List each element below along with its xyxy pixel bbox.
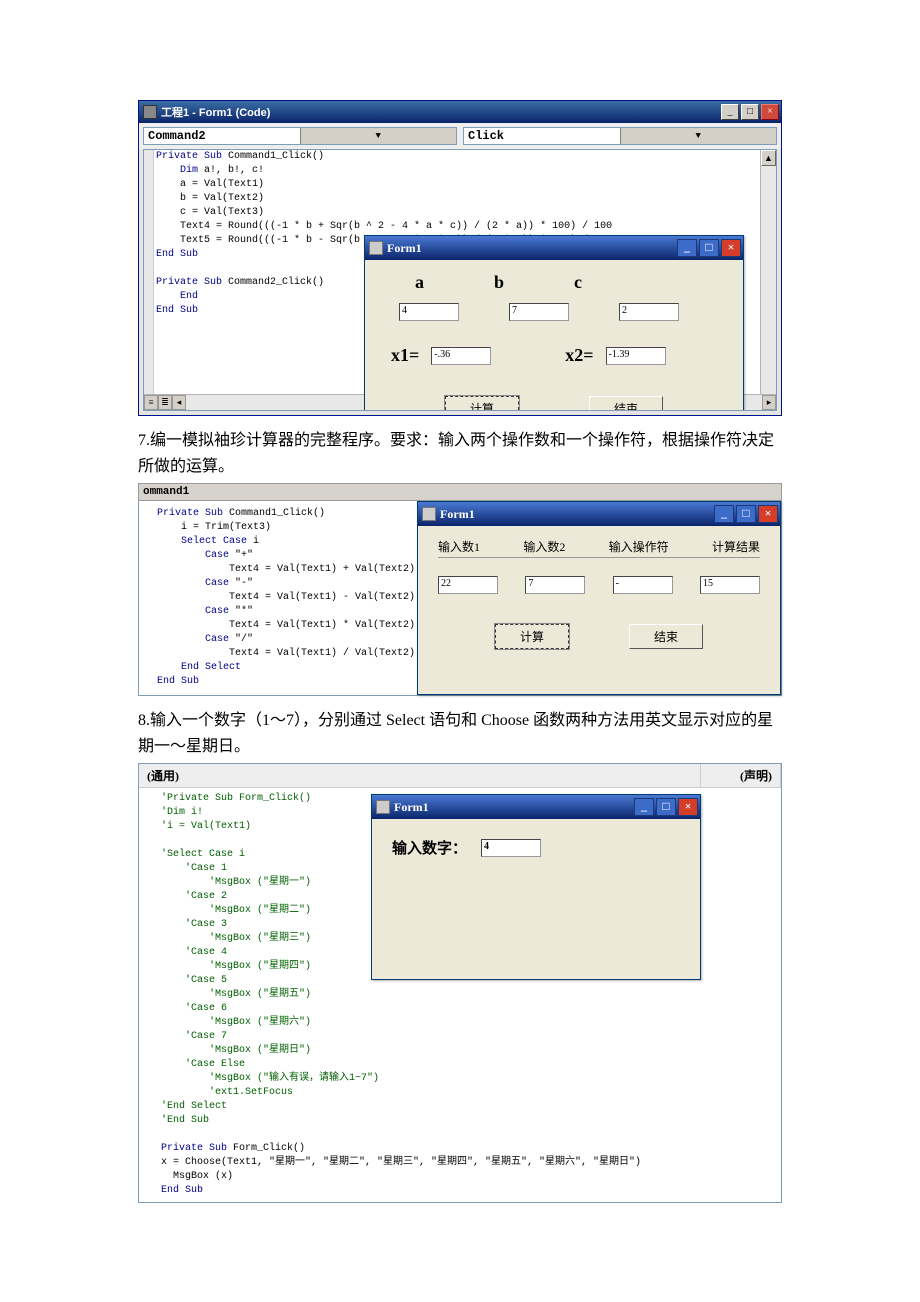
code-area-2[interactable]: Private Sub Command1_Click() i = Trim(Te… <box>151 501 417 695</box>
form1-calculator[interactable]: Form1 _ □ × 输入数1 输入数2 输入操作符 计算结果 22 7 - … <box>417 501 781 695</box>
minimize-button[interactable]: _ <box>677 239 697 257</box>
object-proc-selectors: (通用) (声明) <box>139 764 781 788</box>
label-c: c <box>574 272 582 293</box>
maximize-button[interactable]: □ <box>699 239 719 257</box>
form1-title: Form1 <box>387 241 422 256</box>
minimize-button[interactable]: _ <box>634 798 654 816</box>
calculate-button[interactable]: 计算 <box>445 396 519 411</box>
scroll-up-icon[interactable]: ▲ <box>761 150 776 166</box>
form-icon <box>369 241 383 255</box>
form-icon <box>376 800 390 814</box>
form1-quadratic[interactable]: Form1 _ □ × a b c 4 7 2 x1= <box>364 235 744 411</box>
maximize-button[interactable]: □ <box>741 104 759 120</box>
form1-weekday[interactable]: Form1 _ □ × 输入数字： 4 <box>371 794 701 980</box>
form1-title: Form1 <box>394 800 429 815</box>
output-x1[interactable]: -.36 <box>431 347 491 365</box>
form1-title: Form1 <box>440 507 475 522</box>
label-a: a <box>415 272 424 293</box>
vertical-scrollbar[interactable]: ▲ <box>760 150 776 394</box>
header-operator: 输入操作符 <box>609 538 669 555</box>
maximize-button[interactable]: □ <box>736 505 756 523</box>
input-b[interactable]: 7 <box>509 303 569 321</box>
label-input-number: 输入数字： <box>392 837 467 858</box>
form-icon <box>422 507 436 521</box>
end-button[interactable]: 结束 <box>629 624 703 649</box>
input-a[interactable]: 4 <box>399 303 459 321</box>
combo-slice[interactable]: ommand1 <box>138 483 782 501</box>
minimize-button[interactable]: _ <box>721 104 739 120</box>
input-op1[interactable]: 22 <box>438 576 498 594</box>
app-icon <box>143 105 157 119</box>
scroll-right-icon[interactable]: ▸ <box>762 395 776 410</box>
output-result[interactable]: 15 <box>700 576 760 594</box>
label-x1: x1= <box>391 345 419 366</box>
header-op2: 输入数2 <box>523 538 565 555</box>
calculate-button[interactable]: 计算 <box>495 624 569 649</box>
object-proc-selectors: Command2 ▼ Click ▼ <box>139 123 781 149</box>
code-window-1-titlebar[interactable]: 工程1 - Form1 (Code) _ □ × <box>139 101 781 123</box>
output-x2[interactable]: -1.39 <box>606 347 666 365</box>
close-button[interactable]: × <box>761 104 779 120</box>
code-gutter <box>144 150 154 410</box>
view-proc-icon[interactable]: ≣ <box>158 395 172 410</box>
chevron-down-icon[interactable]: ▼ <box>300 128 457 144</box>
close-button[interactable]: × <box>721 239 741 257</box>
object-selector-value: Command2 <box>144 128 300 144</box>
input-number[interactable]: 4 <box>481 839 541 857</box>
close-button[interactable]: × <box>758 505 778 523</box>
chevron-down-icon[interactable]: ▼ <box>620 128 777 144</box>
procedure-selector[interactable]: Click ▼ <box>463 127 777 145</box>
code-window-1-title: 工程1 - Form1 (Code) <box>161 104 270 120</box>
scroll-left-icon[interactable]: ◂ <box>172 395 186 410</box>
view-full-icon[interactable]: ≡ <box>144 395 158 410</box>
header-op1: 输入数1 <box>438 538 480 555</box>
label-b: b <box>494 272 504 293</box>
question-7: 7.编一模拟袖珍计算器的完整程序。要求：输入两个操作数和一个操作符，根据操作符决… <box>138 428 782 479</box>
code-window-3: (通用) (声明) 'Private Sub Form_Click() 'Dim… <box>138 763 782 1203</box>
input-op2[interactable]: 7 <box>525 576 585 594</box>
object-selector[interactable]: (通用) <box>139 764 701 787</box>
maximize-button[interactable]: □ <box>656 798 676 816</box>
end-button[interactable]: 结束 <box>589 396 663 411</box>
question-8: 8.输入一个数字（1～7），分别通过 Select 语句和 Choose 函数两… <box>138 708 782 759</box>
header-result: 计算结果 <box>712 538 760 555</box>
procedure-selector[interactable]: (声明) <box>701 764 781 787</box>
close-button[interactable]: × <box>678 798 698 816</box>
procedure-selector-value: Click <box>464 128 620 144</box>
minimize-button[interactable]: _ <box>714 505 734 523</box>
label-x2: x2= <box>565 345 593 366</box>
input-c[interactable]: 2 <box>619 303 679 321</box>
object-selector[interactable]: Command2 ▼ <box>143 127 457 145</box>
input-operator[interactable]: - <box>613 576 673 594</box>
code-window-1: 工程1 - Form1 (Code) _ □ × Command2 ▼ Clic… <box>138 100 782 416</box>
